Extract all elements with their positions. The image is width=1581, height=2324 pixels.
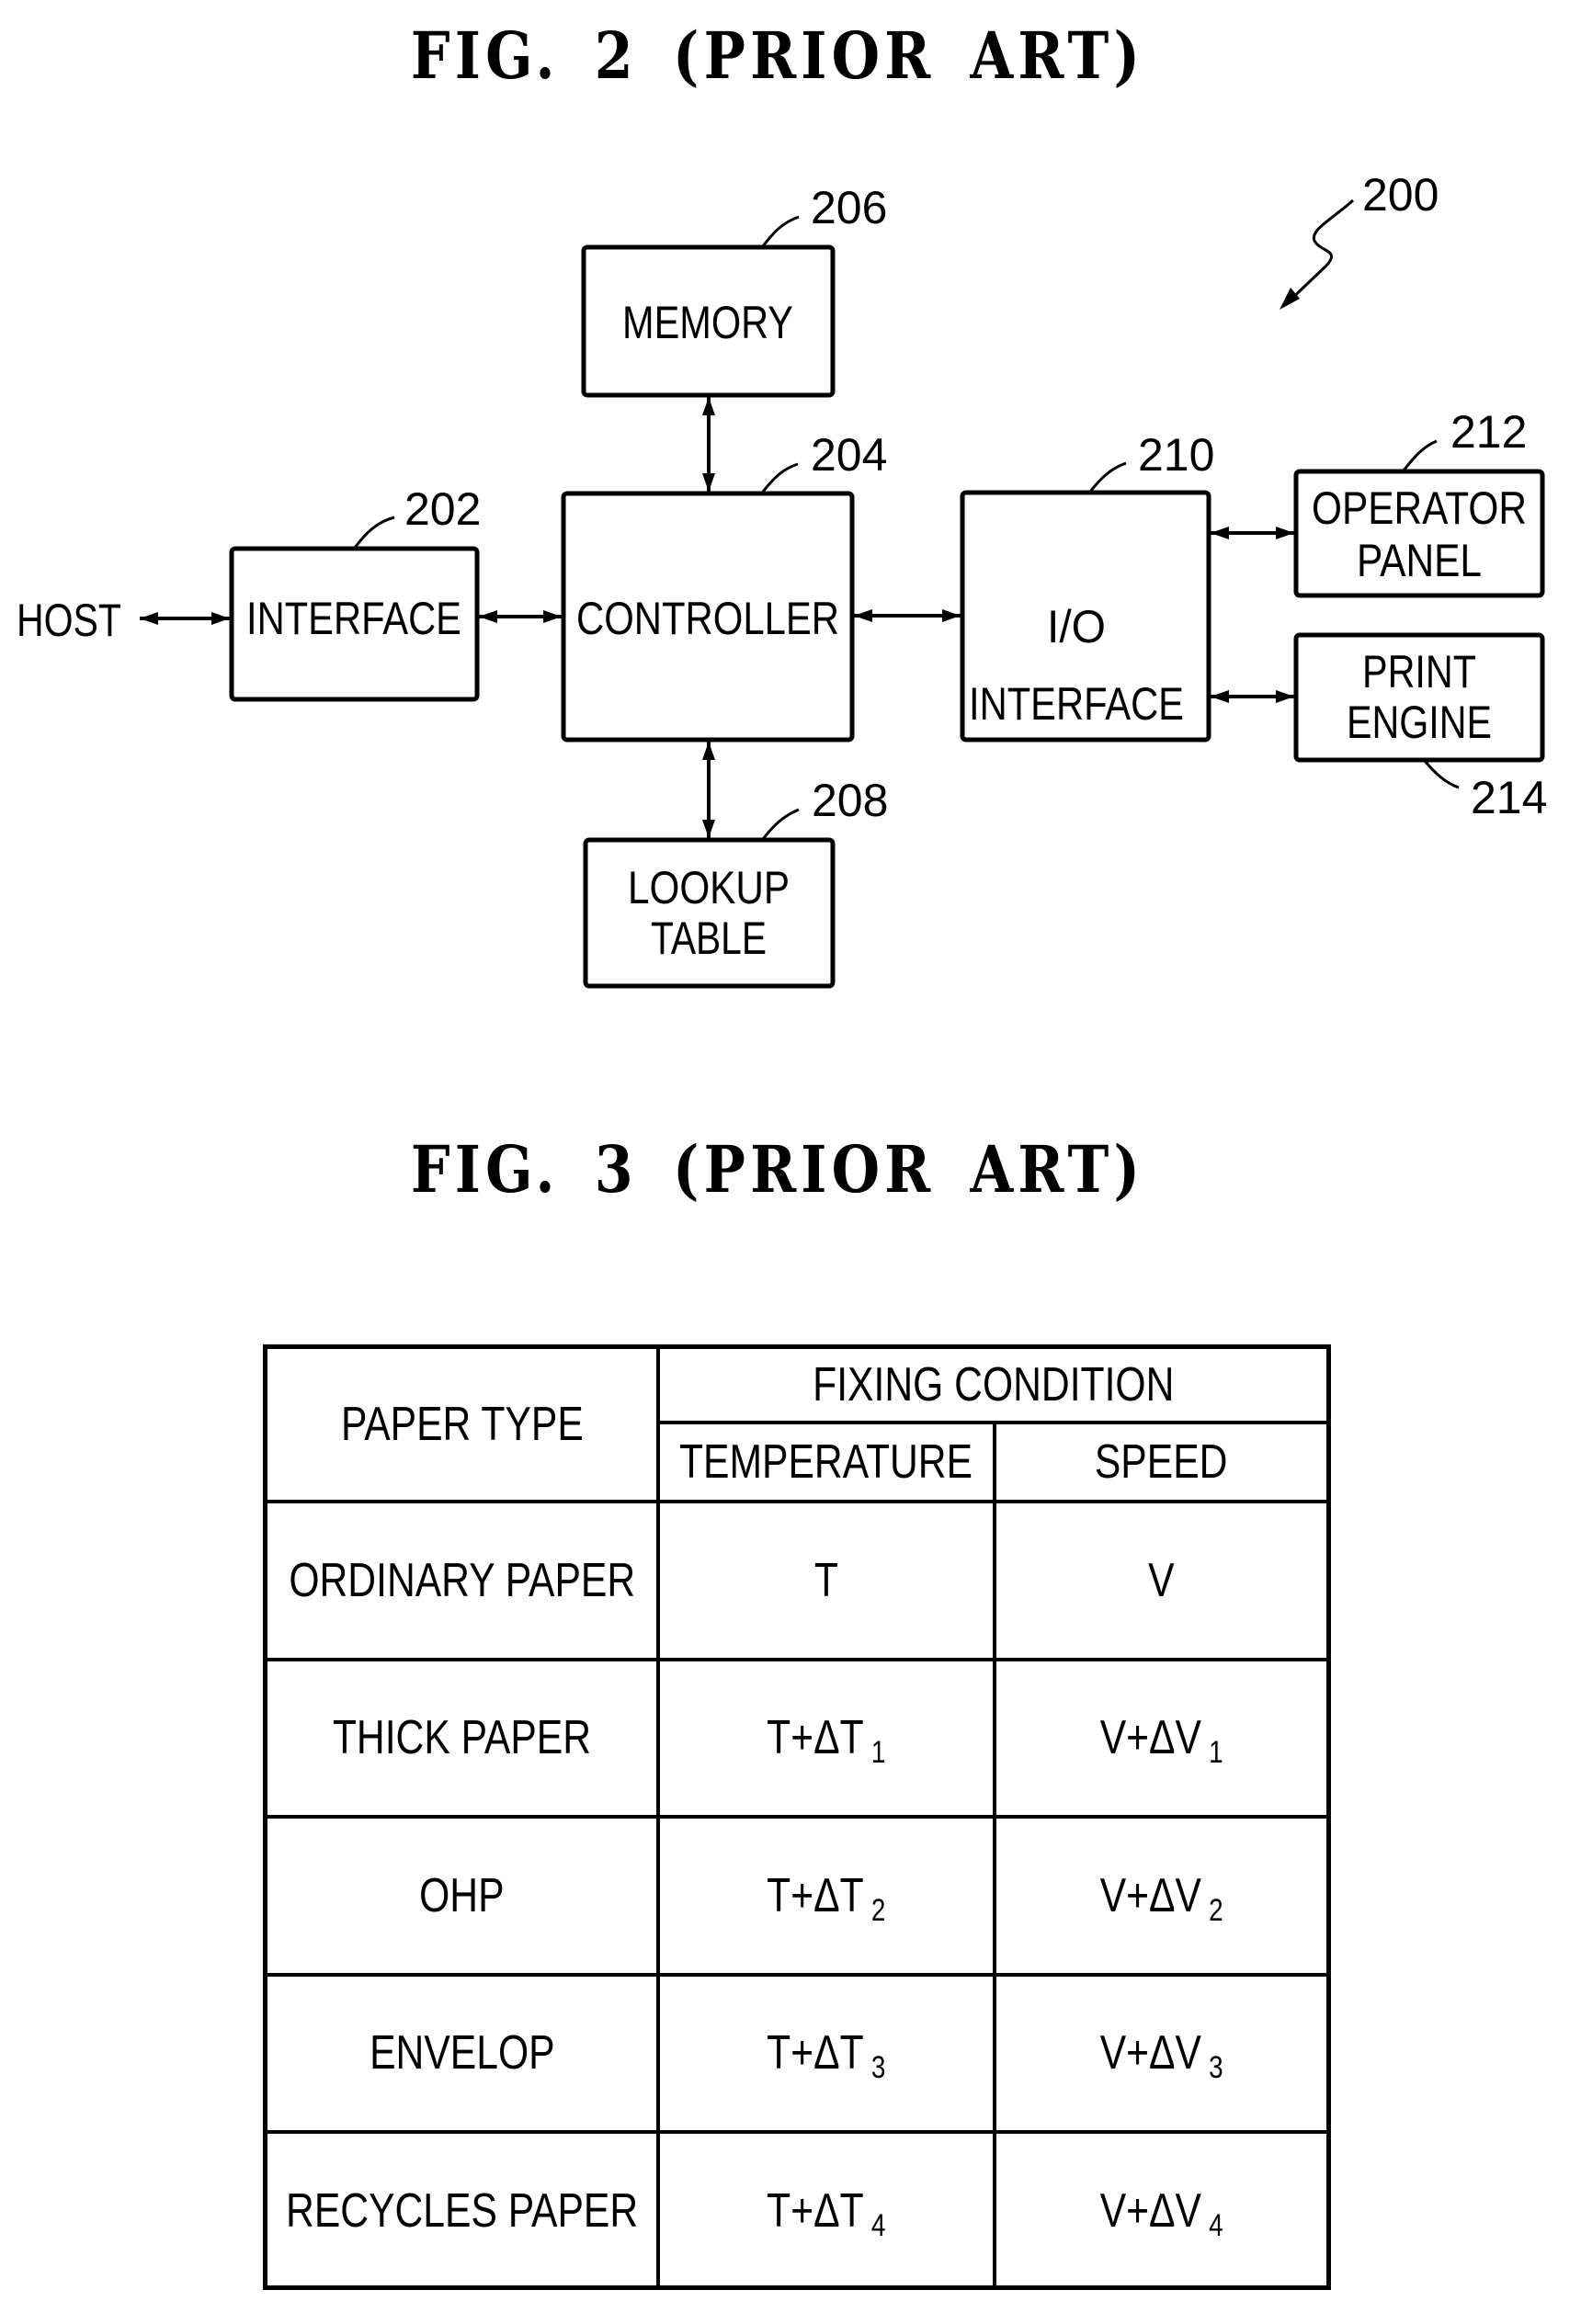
- cell-temperature: T+ΔT 1: [660, 1661, 993, 1816]
- system-ref-squiggle: [1285, 198, 1355, 305]
- print-label-line2: ENGINE: [1347, 697, 1492, 748]
- controller-ref-leader: [761, 462, 799, 493]
- cell-value: T+ΔT: [767, 1868, 864, 1922]
- operator-label-line1: OPERATOR: [1312, 482, 1527, 534]
- figure-3-title: FIG. 3 (PRIOR ART): [410, 1131, 1145, 1207]
- cell-speed: V+ΔV 4: [996, 2134, 1326, 2288]
- cell-value: V+ΔV: [1099, 2026, 1201, 2080]
- memory-label: MEMORY: [622, 297, 793, 348]
- cell-paper-type: THICK PAPER: [332, 1711, 592, 1765]
- lookup-ref: 208: [812, 775, 888, 826]
- lookup-label-line1: LOOKUP: [628, 862, 790, 913]
- memory-ref-leader: [761, 215, 800, 247]
- cell-value: T+ΔT: [767, 2026, 864, 2080]
- cell-temperature: T: [813, 1553, 839, 1607]
- print-engine-block: PRINT ENGINE: [1293, 632, 1545, 763]
- cell-subscript: 4: [1208, 2207, 1223, 2243]
- host-label: HOST: [17, 595, 121, 646]
- lookup-label-line2: TABLE: [651, 913, 767, 964]
- header-temperature: TEMPERATURE: [679, 1435, 973, 1489]
- cell-paper-type: ORDINARY PAPER: [289, 1553, 635, 1607]
- controller-label: CONTROLLER: [576, 593, 839, 644]
- print-label-line1: PRINT: [1362, 646, 1476, 697]
- io-ref: 210: [1138, 429, 1214, 481]
- interface-block: INTERFACE: [229, 546, 480, 702]
- operator-panel-block: OPERATOR PANEL: [1293, 469, 1545, 598]
- system-ref-label: 200: [1362, 169, 1439, 221]
- controller-block: CONTROLLER: [561, 491, 855, 743]
- cell-value: T+ΔT: [767, 1711, 864, 1765]
- io-label-line2: INTERFACE: [969, 678, 1184, 730]
- interface-ref-leader: [353, 516, 395, 549]
- interface-ref: 202: [404, 483, 481, 535]
- header-fixing-condition: FIXING CONDITION: [812, 1358, 1175, 1411]
- cell-subscript: 3: [1208, 2050, 1223, 2086]
- io-interface-block: I/O INTERFACE: [960, 490, 1211, 743]
- operator-label-line2: PANEL: [1357, 535, 1482, 586]
- operator-ref-leader: [1402, 439, 1438, 471]
- lookup-table-block: LOOKUP TABLE: [583, 837, 836, 989]
- cell-subscript: 2: [871, 1892, 886, 1928]
- interface-label: INTERFACE: [246, 593, 461, 644]
- cell-speed: V+ΔV 3: [996, 1977, 1326, 2131]
- system-ref-arrowhead-icon: [1280, 288, 1300, 310]
- cell-subscript: 1: [871, 1735, 886, 1771]
- cell-value: V+ΔV: [1099, 1868, 1201, 1922]
- block-diagram: 200 HOST MEMORY 206 INTERFACE 202 CONTRO…: [17, 169, 1547, 989]
- io-ref-leader: [1088, 461, 1127, 493]
- cell-subscript: 2: [1208, 1892, 1223, 1928]
- cell-paper-type: RECYCLES PAPER: [285, 2183, 639, 2238]
- cell-temperature: T+ΔT 2: [660, 1819, 993, 1973]
- cell-value: V+ΔV: [1099, 1711, 1201, 1765]
- cell-speed: V+ΔV 1: [996, 1661, 1326, 1816]
- print-ref-leader: [1423, 760, 1460, 789]
- cell-value: T+ΔT: [767, 2183, 864, 2238]
- controller-ref: 204: [811, 429, 887, 481]
- print-ref: 214: [1471, 772, 1547, 823]
- header-paper-type: PAPER TYPE: [340, 1398, 584, 1451]
- cell-subscript: 3: [871, 2050, 886, 2086]
- memory-ref: 206: [811, 182, 887, 233]
- fixing-condition-table: PAPER TYPE FIXING CONDITION TEMPERATURE …: [263, 1344, 1331, 2290]
- cell-paper-type: OHP: [419, 1868, 505, 1922]
- lookup-ref-leader: [761, 808, 800, 840]
- cell-temperature: T+ΔT 4: [660, 2134, 993, 2288]
- cell-subscript: 1: [1208, 1735, 1223, 1771]
- cell-speed: V: [1148, 1553, 1175, 1607]
- operator-ref: 212: [1450, 406, 1527, 458]
- cell-value: V+ΔV: [1099, 2183, 1201, 2238]
- cell-subscript: 4: [871, 2207, 886, 2243]
- header-speed: SPEED: [1095, 1435, 1228, 1489]
- cell-paper-type: ENVELOP: [369, 2026, 555, 2080]
- memory-block: MEMORY: [581, 244, 836, 398]
- cell-temperature: T+ΔT 3: [660, 1977, 993, 2131]
- cell-speed: V+ΔV 2: [996, 1819, 1326, 1973]
- io-label-line1: I/O: [1047, 601, 1106, 652]
